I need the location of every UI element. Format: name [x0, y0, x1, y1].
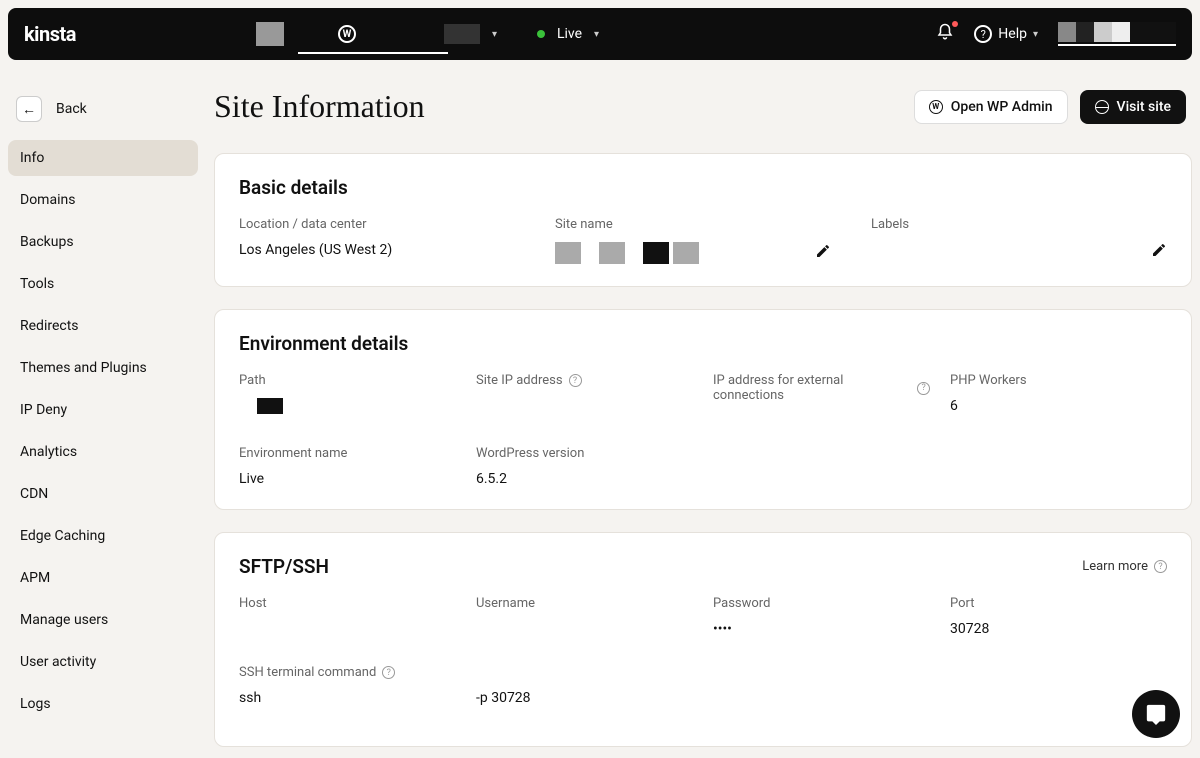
password-value: •••• [713, 621, 930, 637]
learn-more-link[interactable]: Learn more ? [1082, 559, 1167, 574]
location-value: Los Angeles (US West 2) [239, 242, 535, 258]
sidebar-item-backups[interactable]: Backups [8, 224, 198, 260]
edit-labels-button[interactable] [1151, 242, 1167, 262]
host-label: Host [239, 596, 456, 611]
help-label: Help [998, 26, 1027, 42]
envname-label: Environment name [239, 446, 456, 461]
sidebar-item-manage-users[interactable]: Manage users [8, 602, 198, 638]
account-menu[interactable] [1058, 22, 1176, 46]
port-value: 30728 [950, 621, 1167, 637]
location-label: Location / data center [239, 217, 535, 232]
back-button[interactable]: ← [16, 96, 42, 122]
globe-icon [1095, 100, 1109, 114]
extip-label: IP address for external connections ? [713, 373, 930, 403]
path-label: Path [239, 373, 456, 388]
sidebar: ← Back Info Domains Backups Tools Redire… [0, 68, 206, 750]
sidebar-item-tools[interactable]: Tools [8, 266, 198, 302]
edit-sitename-button[interactable] [815, 243, 831, 263]
back-label: Back [56, 101, 87, 117]
logo[interactable]: kinsta [24, 22, 76, 46]
chat-icon [1145, 703, 1167, 725]
sidebar-item-themes-plugins[interactable]: Themes and Plugins [8, 350, 198, 386]
info-icon[interactable]: ? [569, 374, 582, 387]
main-content: Site Information W Open WP Admin Visit s… [206, 68, 1200, 750]
wordpress-icon: W [929, 100, 943, 114]
site-switcher[interactable]: W ▾ [256, 22, 497, 46]
sidebar-item-redirects[interactable]: Redirects [8, 308, 198, 344]
visit-site-button[interactable]: Visit site [1080, 90, 1186, 124]
php-workers-label: PHP Workers [950, 373, 1167, 388]
basic-details-card: Basic details Location / data center Los… [214, 153, 1192, 287]
sidebar-item-ip-deny[interactable]: IP Deny [8, 392, 198, 428]
sidebar-item-cdn[interactable]: CDN [8, 476, 198, 512]
wordpress-icon: W [338, 25, 356, 43]
labels-label: Labels [871, 217, 1167, 232]
sidebar-item-apm[interactable]: APM [8, 560, 198, 596]
env-label: Live [557, 26, 582, 42]
notification-dot-icon [952, 21, 958, 27]
sftp-ssh-card: SFTP/SSH Learn more ? Host Username Pass… [214, 532, 1192, 747]
sidebar-item-domains[interactable]: Domains [8, 182, 198, 218]
wpver-label: WordPress version [476, 446, 693, 461]
chevron-down-icon: ▾ [492, 29, 497, 40]
page-title: Site Information [214, 88, 425, 125]
sidebar-item-info[interactable]: Info [8, 140, 198, 176]
sshcmd-prefix: ssh [239, 690, 456, 706]
card-title: Basic details [239, 176, 1167, 199]
siteip-label: Site IP address ? [476, 373, 693, 388]
sitename-label: Site name [555, 217, 851, 232]
environment-switcher[interactable]: Live ▾ [537, 26, 599, 42]
wpver-value: 6.5.2 [476, 471, 693, 487]
info-icon[interactable]: ? [917, 382, 930, 395]
info-icon[interactable]: ? [382, 666, 395, 679]
help-menu[interactable]: ? Help ▾ [974, 25, 1038, 43]
card-title: Environment details [239, 332, 1167, 355]
notifications-button[interactable] [936, 23, 954, 45]
envname-value: Live [239, 471, 456, 487]
sshcmd-label: SSH terminal command ? [239, 665, 456, 680]
php-workers-value: 6 [950, 398, 1167, 414]
help-icon: ? [974, 25, 992, 43]
card-title: SFTP/SSH [239, 555, 329, 578]
sshcmd-suffix: -p 30728 [476, 690, 693, 706]
sidebar-item-analytics[interactable]: Analytics [8, 434, 198, 470]
password-label: Password [713, 596, 930, 611]
chevron-down-icon: ▾ [594, 29, 599, 40]
chevron-down-icon: ▾ [1033, 29, 1038, 40]
username-label: Username [476, 596, 693, 611]
environment-details-card: Environment details Path Site IP address… [214, 309, 1192, 510]
port-label: Port [950, 596, 1167, 611]
chat-button[interactable] [1132, 690, 1180, 738]
info-icon: ? [1154, 560, 1167, 573]
open-wp-admin-button[interactable]: W Open WP Admin [914, 90, 1068, 124]
sidebar-item-logs[interactable]: Logs [8, 686, 198, 722]
sidebar-item-edge-caching[interactable]: Edge Caching [8, 518, 198, 554]
topbar: kinsta W ▾ Live ▾ ? Help ▾ [8, 8, 1192, 60]
sidebar-item-user-activity[interactable]: User activity [8, 644, 198, 680]
status-dot-icon [537, 30, 545, 38]
